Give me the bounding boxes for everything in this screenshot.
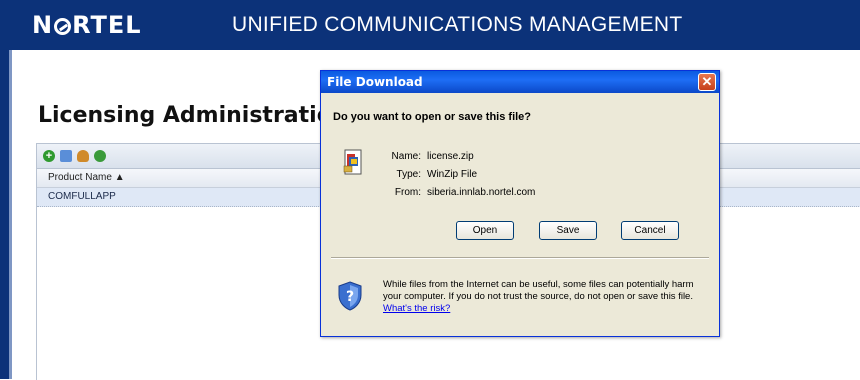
security-shield-icon: ? — [338, 281, 362, 311]
dialog-question: Do you want to open or save this file? — [333, 111, 532, 123]
add-icon[interactable]: + — [43, 150, 55, 162]
header-title: UNIFIED COMMUNICATIONS MANAGEMENT — [232, 13, 683, 36]
edit-icon[interactable] — [60, 150, 72, 162]
type-value: WinZip File — [427, 169, 478, 180]
whats-the-risk-link[interactable]: What's the risk? — [383, 303, 450, 314]
from-value: siberia.innlab.nortel.com — [427, 187, 536, 198]
app-header: N RTEL UNIFIED COMMUNICATIONS MANAGEMENT — [0, 0, 860, 50]
cancel-button[interactable]: Cancel — [621, 221, 679, 240]
page-title: Licensing Administration — [38, 103, 328, 128]
warning-text: While files from the Internet can be use… — [383, 279, 694, 302]
refresh-icon[interactable] — [94, 150, 106, 162]
from-label: From: — [394, 187, 421, 198]
zip-file-icon — [343, 149, 362, 175]
close-button[interactable]: ✕ — [698, 73, 716, 91]
dialog-separator — [331, 257, 709, 259]
svg-text:?: ? — [346, 289, 354, 305]
save-button[interactable]: Save — [539, 221, 597, 240]
name-label: Name: — [391, 151, 421, 162]
security-warning: While files from the Internet can be use… — [383, 279, 713, 315]
left-accent-bar — [0, 50, 9, 379]
dialog-titlebar[interactable]: File Download ✕ — [321, 71, 719, 93]
open-button[interactable]: Open — [456, 221, 514, 240]
name-value: license.zip — [427, 151, 474, 162]
left-accent-bar-light — [9, 50, 12, 379]
user-icon[interactable] — [77, 150, 89, 162]
dialog-title: File Download — [327, 75, 423, 89]
file-download-dialog: File Download ✕ Do you want to open or s… — [320, 70, 720, 337]
type-label: Type: — [396, 169, 421, 180]
nortel-logo: N RTEL — [32, 11, 142, 39]
